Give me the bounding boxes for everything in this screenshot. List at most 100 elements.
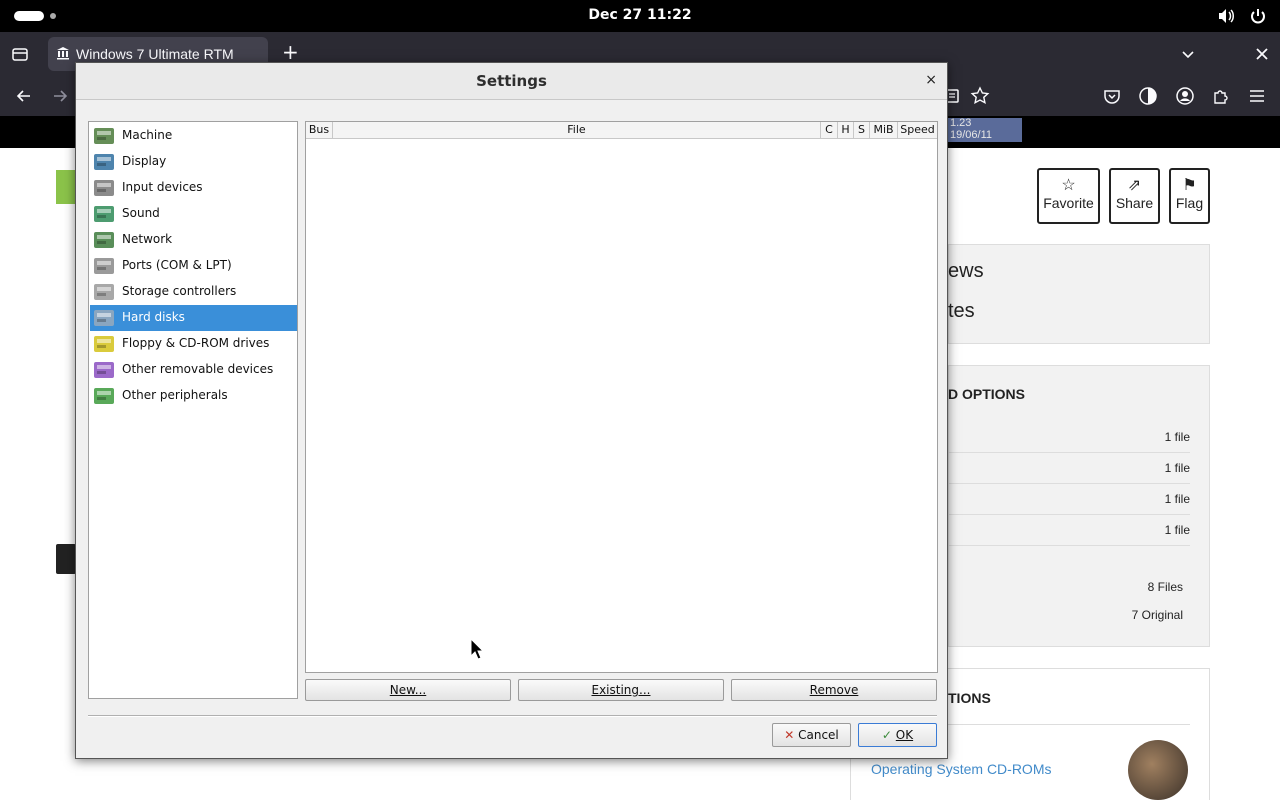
ok-check-icon: ✓ bbox=[881, 728, 892, 742]
ok-label: OK bbox=[895, 728, 914, 742]
new-disk-label: New... bbox=[389, 683, 427, 697]
column-bus[interactable]: Bus bbox=[306, 122, 333, 139]
sidebar-item-label: Sound bbox=[122, 206, 160, 220]
column-mib[interactable]: MiB bbox=[870, 122, 898, 139]
column-speed[interactable]: Speed bbox=[898, 122, 937, 139]
sidebar-item-label: Storage controllers bbox=[122, 284, 237, 298]
existing-disk-label: Existing... bbox=[591, 683, 651, 697]
sidebar-item-sound[interactable]: Sound bbox=[90, 201, 297, 227]
sidebar-item-label: Machine bbox=[122, 128, 173, 142]
sidebar-item-label: Input devices bbox=[122, 180, 203, 194]
sidebar-item-label: Floppy & CD-ROM drives bbox=[122, 336, 270, 350]
comment-icon bbox=[56, 544, 76, 574]
sidebar-item-label: Other removable devices bbox=[122, 362, 274, 376]
list-all-tabs-icon[interactable] bbox=[1178, 44, 1198, 64]
close-window-icon[interactable] bbox=[1252, 44, 1272, 64]
remove-disk-button[interactable]: Remove bbox=[731, 679, 937, 701]
extensions-puzzle-icon[interactable] bbox=[1211, 86, 1231, 106]
mouse-pointer-icon bbox=[470, 637, 485, 660]
clock[interactable]: Dec 27 11:22 bbox=[0, 7, 1280, 23]
sidebar-item-label: Display bbox=[122, 154, 167, 168]
cancel-button[interactable]: ✕ Cancel bbox=[772, 723, 851, 747]
sidebar-item-input-devices[interactable]: Input devices bbox=[90, 175, 297, 201]
hard-disks-icon bbox=[92, 306, 116, 330]
dialog-separator bbox=[88, 715, 937, 717]
new-tab-button[interactable]: + bbox=[282, 40, 299, 64]
settings-dialog: Settings × Machine Display Input devices So… bbox=[75, 62, 948, 759]
sidebar-item-network[interactable]: Network bbox=[90, 227, 297, 253]
sidebar-item-other-removable-devices[interactable]: Other removable devices bbox=[90, 357, 297, 383]
settings-category-list: Machine Display Input devices Sound Network P… bbox=[88, 121, 298, 699]
menu-hamburger-icon[interactable] bbox=[1247, 86, 1267, 106]
sidebar-item-label: Network bbox=[122, 232, 173, 246]
sidebar-item-other-peripherals[interactable]: Other peripherals bbox=[90, 383, 297, 409]
existing-disk-button[interactable]: Existing... bbox=[518, 679, 724, 701]
sidebar-item-label: Ports (COM & LPT) bbox=[122, 258, 232, 272]
share-button[interactable]: ⇗ Share bbox=[1109, 168, 1160, 224]
display-icon bbox=[92, 150, 116, 174]
table-header: Bus File C H S MiB Speed bbox=[306, 122, 937, 139]
tab-overview-icon[interactable] bbox=[10, 44, 30, 64]
flag-icon: ⚑ bbox=[1182, 177, 1197, 194]
back-icon[interactable] bbox=[14, 86, 34, 106]
strip-tile-date: 19/06/11 bbox=[950, 129, 993, 141]
favorite-button[interactable]: ☆ Favorite bbox=[1037, 168, 1100, 224]
download-row[interactable]: 1 file bbox=[948, 484, 1190, 515]
sidebar-item-hard-disks[interactable]: Hard disks bbox=[90, 305, 297, 331]
original-total[interactable]: 7 Original bbox=[1100, 608, 1183, 622]
sidebar-item-display[interactable]: Display bbox=[90, 149, 297, 175]
hard-disks-table[interactable]: Bus File C H S MiB Speed bbox=[305, 121, 938, 673]
machine-icon bbox=[92, 124, 116, 148]
cancel-x-icon: ✕ bbox=[784, 728, 795, 742]
download-row[interactable]: 1 file bbox=[948, 515, 1190, 546]
ports-icon bbox=[92, 254, 116, 278]
sidebar-item-floppy-cd-rom-drives[interactable]: Floppy & CD-ROM drives bbox=[90, 331, 297, 357]
account-icon[interactable] bbox=[1175, 86, 1195, 106]
network-icon bbox=[92, 228, 116, 252]
collections-heading: TIONS bbox=[948, 690, 991, 706]
remove-disk-label: Remove bbox=[809, 683, 859, 697]
column-s[interactable]: S bbox=[854, 122, 870, 139]
sidebar-item-storage-controllers[interactable]: Storage controllers bbox=[90, 279, 297, 305]
collection-thumbnail[interactable] bbox=[1128, 740, 1188, 800]
share-icon: ⇗ bbox=[1127, 177, 1142, 194]
views-label: ews bbox=[948, 260, 984, 282]
floppy-cdrom-icon bbox=[92, 332, 116, 356]
sidebar-item-ports-com-lpt[interactable]: Ports (COM & LPT) bbox=[90, 253, 297, 279]
new-disk-button[interactable]: New... bbox=[305, 679, 511, 701]
storage-controllers-icon bbox=[92, 280, 116, 304]
column-file[interactable]: File bbox=[333, 122, 821, 139]
sound-icon bbox=[92, 202, 116, 226]
column-c[interactable]: C bbox=[821, 122, 838, 139]
collection-link[interactable]: Operating System CD-ROMs bbox=[871, 761, 1051, 777]
logo-fragment bbox=[56, 170, 76, 204]
input-devices-icon bbox=[92, 176, 116, 200]
power-icon[interactable] bbox=[1248, 6, 1268, 26]
download-row[interactable]: 1 file bbox=[948, 422, 1190, 453]
extension-circle-icon[interactable] bbox=[1138, 86, 1158, 106]
cancel-label: Cancel bbox=[798, 728, 839, 742]
favorites-label: tes bbox=[948, 300, 975, 322]
sidebar-item-label: Other peripherals bbox=[122, 388, 228, 402]
dialog-close-button[interactable]: × bbox=[925, 72, 937, 88]
ok-button[interactable]: ✓ OK bbox=[858, 723, 937, 747]
dialog-title: Settings bbox=[76, 63, 947, 100]
column-h[interactable]: H bbox=[838, 122, 854, 139]
flag-button[interactable]: ⚑ Flag bbox=[1169, 168, 1210, 224]
star-icon: ☆ bbox=[1061, 177, 1076, 194]
system-top-bar: Dec 27 11:22 bbox=[0, 0, 1280, 32]
sidebar-item-label: Hard disks bbox=[122, 310, 185, 324]
download-row[interactable]: 1 file bbox=[948, 453, 1190, 484]
pocket-icon[interactable] bbox=[1102, 86, 1122, 106]
media-strip-tile[interactable]: 1.23 19/06/11 bbox=[946, 117, 1022, 142]
files-total[interactable]: 8 Files bbox=[1100, 580, 1183, 594]
volume-icon[interactable] bbox=[1216, 6, 1236, 26]
flag-label: Flag bbox=[1175, 195, 1204, 211]
favorite-label: Favorite bbox=[1043, 195, 1094, 211]
download-options-heading: D OPTIONS bbox=[948, 386, 1026, 402]
strip-tile-time: 1.23 bbox=[950, 117, 972, 129]
forward-icon[interactable] bbox=[50, 86, 70, 106]
sidebar-item-machine[interactable]: Machine bbox=[90, 123, 297, 149]
bookmark-star-icon[interactable] bbox=[970, 86, 990, 106]
archive-favicon-icon bbox=[56, 46, 70, 60]
